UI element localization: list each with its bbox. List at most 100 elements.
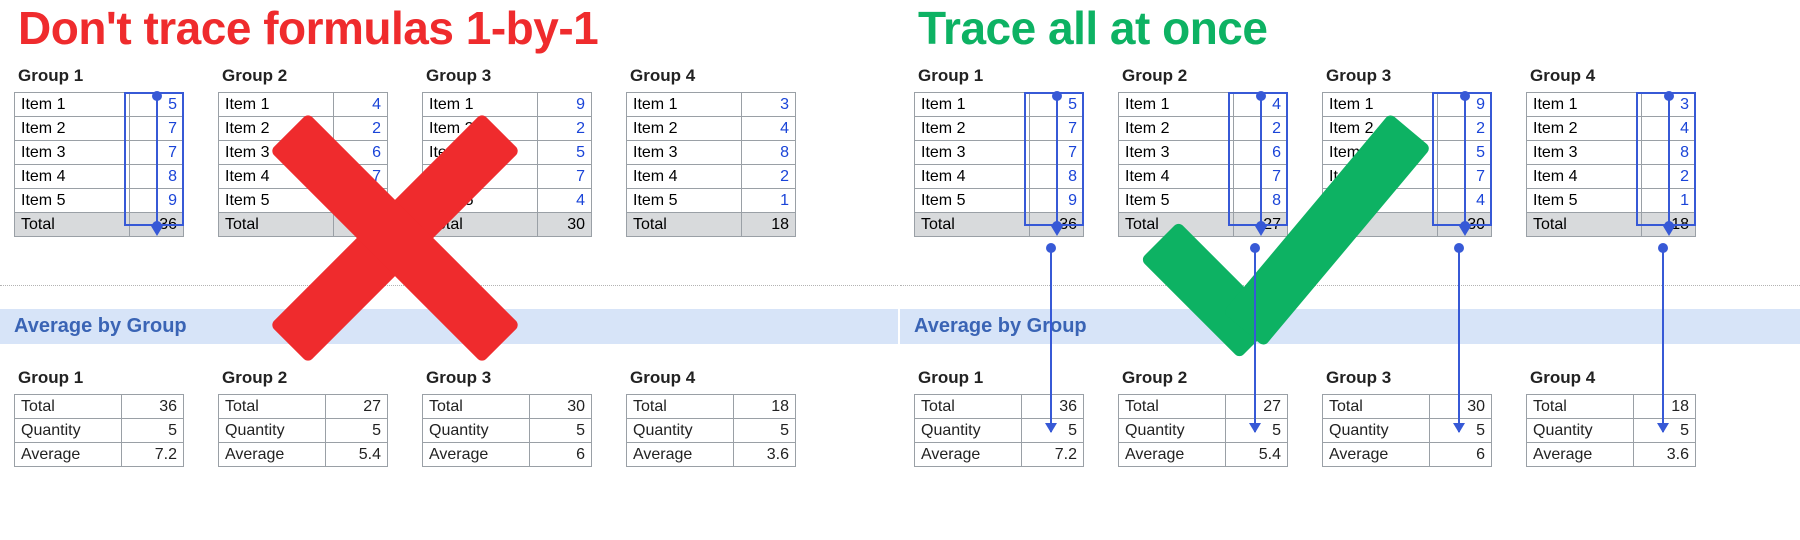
total-label-cell[interactable]: Total (915, 213, 1030, 237)
total-label-cell[interactable]: Total (1527, 213, 1642, 237)
item-value-cell[interactable]: 3 (1642, 93, 1696, 117)
item-label-cell[interactable]: Item 3 (219, 141, 334, 165)
summary-value-cell[interactable]: 5 (1634, 419, 1696, 443)
summary-value-cell[interactable]: 5 (1430, 419, 1492, 443)
summary-row-label[interactable]: Total (423, 395, 530, 419)
item-value-cell[interactable]: 7 (334, 165, 388, 189)
item-value-cell[interactable]: 2 (1642, 165, 1696, 189)
item-label-cell[interactable]: Item 3 (627, 141, 742, 165)
item-label-cell[interactable]: Item 1 (1323, 93, 1438, 117)
item-value-cell[interactable]: 4 (1438, 189, 1492, 213)
item-label-cell[interactable]: Item 4 (15, 165, 130, 189)
summary-row-label[interactable]: Quantity (1119, 419, 1226, 443)
item-value-cell[interactable]: 4 (334, 93, 388, 117)
item-label-cell[interactable]: Item 2 (1323, 117, 1438, 141)
item-value-cell[interactable]: 7 (538, 165, 592, 189)
item-value-cell[interactable]: 7 (1438, 165, 1492, 189)
summary-value-cell[interactable]: 27 (326, 395, 388, 419)
total-label-cell[interactable]: Total (15, 213, 130, 237)
item-label-cell[interactable]: Item 1 (915, 93, 1030, 117)
item-value-cell[interactable]: 4 (1642, 117, 1696, 141)
item-label-cell[interactable]: Item 2 (219, 117, 334, 141)
item-value-cell[interactable]: 2 (1234, 117, 1288, 141)
summary-row-label[interactable]: Average (1119, 443, 1226, 467)
item-value-cell[interactable]: 2 (334, 117, 388, 141)
summary-value-cell[interactable]: 5 (326, 419, 388, 443)
item-label-cell[interactable]: Item 5 (1323, 189, 1438, 213)
total-value-cell[interactable]: 27 (1234, 213, 1288, 237)
summary-row-label[interactable]: Average (627, 443, 734, 467)
summary-value-cell[interactable]: 30 (1430, 395, 1492, 419)
summary-row-label[interactable]: Quantity (15, 419, 122, 443)
total-value-cell[interactable]: 30 (538, 213, 592, 237)
item-value-cell[interactable]: 7 (1234, 165, 1288, 189)
item-label-cell[interactable]: Item 1 (219, 93, 334, 117)
item-value-cell[interactable]: 8 (742, 141, 796, 165)
item-label-cell[interactable]: Item 4 (423, 165, 538, 189)
summary-value-cell[interactable]: 5 (530, 419, 592, 443)
summary-row-label[interactable]: Total (1119, 395, 1226, 419)
summary-value-cell[interactable]: 7.2 (122, 443, 184, 467)
item-value-cell[interactable]: 8 (334, 189, 388, 213)
summary-row-label[interactable]: Total (219, 395, 326, 419)
item-value-cell[interactable]: 4 (538, 189, 592, 213)
summary-row-label[interactable]: Total (15, 395, 122, 419)
item-value-cell[interactable]: 4 (1234, 93, 1288, 117)
item-value-cell[interactable]: 7 (130, 117, 184, 141)
summary-row-label[interactable]: Total (1323, 395, 1430, 419)
total-value-cell[interactable]: 36 (130, 213, 184, 237)
summary-row-label[interactable]: Quantity (1527, 419, 1634, 443)
item-label-cell[interactable]: Item 3 (1527, 141, 1642, 165)
item-label-cell[interactable]: Item 5 (1119, 189, 1234, 213)
summary-row-label[interactable]: Total (915, 395, 1022, 419)
summary-row-label[interactable]: Quantity (915, 419, 1022, 443)
summary-row-label[interactable]: Quantity (219, 419, 326, 443)
summary-value-cell[interactable]: 18 (734, 395, 796, 419)
item-label-cell[interactable]: Item 5 (15, 189, 130, 213)
item-label-cell[interactable]: Item 4 (1527, 165, 1642, 189)
summary-row-label[interactable]: Average (1527, 443, 1634, 467)
summary-row-label[interactable]: Quantity (423, 419, 530, 443)
summary-row-label[interactable]: Quantity (1323, 419, 1430, 443)
summary-value-cell[interactable]: 6 (1430, 443, 1492, 467)
item-value-cell[interactable]: 2 (538, 117, 592, 141)
item-label-cell[interactable]: Item 3 (915, 141, 1030, 165)
summary-value-cell[interactable]: 5 (1022, 419, 1084, 443)
item-value-cell[interactable]: 8 (1234, 189, 1288, 213)
summary-value-cell[interactable]: 7.2 (1022, 443, 1084, 467)
item-label-cell[interactable]: Item 3 (1119, 141, 1234, 165)
item-value-cell[interactable]: 6 (1234, 141, 1288, 165)
item-label-cell[interactable]: Item 1 (1527, 93, 1642, 117)
summary-value-cell[interactable]: 5.4 (1226, 443, 1288, 467)
summary-row-label[interactable]: Average (915, 443, 1022, 467)
item-label-cell[interactable]: Item 4 (219, 165, 334, 189)
total-label-cell[interactable]: Total (423, 213, 538, 237)
total-value-cell[interactable]: 36 (1030, 213, 1084, 237)
item-label-cell[interactable]: Item 4 (1323, 165, 1438, 189)
item-value-cell[interactable]: 1 (742, 189, 796, 213)
item-label-cell[interactable]: Item 1 (423, 93, 538, 117)
total-value-cell[interactable]: 27 (334, 213, 388, 237)
total-label-cell[interactable]: Total (627, 213, 742, 237)
item-value-cell[interactable]: 4 (742, 117, 796, 141)
item-label-cell[interactable]: Item 4 (627, 165, 742, 189)
item-label-cell[interactable]: Item 2 (423, 117, 538, 141)
summary-value-cell[interactable]: 5 (734, 419, 796, 443)
summary-row-label[interactable]: Average (15, 443, 122, 467)
summary-row-label[interactable]: Average (1323, 443, 1430, 467)
summary-value-cell[interactable]: 5 (1226, 419, 1288, 443)
total-label-cell[interactable]: Total (1119, 213, 1234, 237)
item-label-cell[interactable]: Item 3 (423, 141, 538, 165)
item-label-cell[interactable]: Item 4 (1119, 165, 1234, 189)
summary-value-cell[interactable]: 3.6 (1634, 443, 1696, 467)
item-label-cell[interactable]: Item 3 (15, 141, 130, 165)
item-value-cell[interactable]: 5 (538, 141, 592, 165)
summary-value-cell[interactable]: 36 (122, 395, 184, 419)
item-value-cell[interactable]: 7 (130, 141, 184, 165)
item-label-cell[interactable]: Item 2 (15, 117, 130, 141)
item-value-cell[interactable]: 9 (130, 189, 184, 213)
item-label-cell[interactable]: Item 2 (1119, 117, 1234, 141)
item-label-cell[interactable]: Item 2 (1527, 117, 1642, 141)
item-label-cell[interactable]: Item 1 (1119, 93, 1234, 117)
item-value-cell[interactable]: 9 (1030, 189, 1084, 213)
